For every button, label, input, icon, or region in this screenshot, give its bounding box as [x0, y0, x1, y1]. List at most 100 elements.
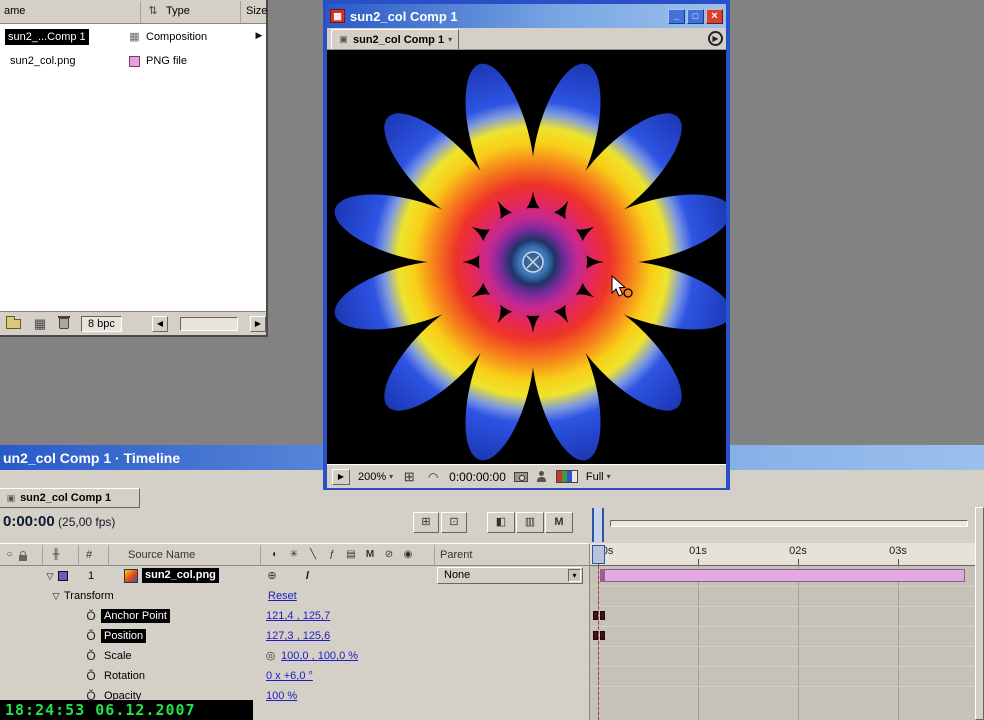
panel-flyout-icon[interactable]: ▶ [253, 30, 265, 41]
current-time-indicator-line[interactable] [598, 566, 599, 720]
comp-tab[interactable]: ▣ sun2_col Comp 1 ▾ [331, 29, 459, 49]
frame-blend-switch-icon[interactable]: ▤ [344, 544, 358, 567]
property-row-anchor-point[interactable]: Ŏ Anchor Point 121,4 , 125,7 [0, 606, 590, 626]
sort-icon[interactable]: ⇅ [146, 0, 160, 23]
transform-group-label[interactable]: Transform [64, 586, 114, 606]
draft-3d-button[interactable]: ◧ [487, 512, 515, 533]
property-label[interactable]: Rotation [104, 666, 145, 686]
scroll-left-button[interactable]: ◀ [152, 316, 168, 332]
property-value[interactable]: 100 % [266, 686, 297, 706]
motion-blur-button[interactable]: M [545, 512, 573, 533]
av-features-switch-icon[interactable]: ◐ [268, 544, 282, 567]
region-of-interest-button[interactable]: ◠ [425, 470, 441, 484]
show-channel-icon[interactable] [556, 470, 578, 483]
stopwatch-icon[interactable]: Ŏ [84, 626, 98, 646]
timeline-track-area[interactable] [590, 566, 975, 720]
layer-color-swatch[interactable] [58, 571, 68, 581]
switches-column-icon[interactable]: ╫ [48, 544, 64, 567]
timeline-ruler[interactable]: :00s 01s 02s 03s [590, 543, 975, 566]
show-snapshot-icon[interactable] [536, 471, 548, 482]
transform-group-row[interactable]: ▽ Transform Reset [0, 586, 590, 606]
close-button[interactable]: × [706, 9, 723, 24]
keyframe-marker[interactable] [600, 631, 605, 640]
navigator-bar[interactable] [610, 520, 968, 527]
resolution-dropdown-icon[interactable]: ▾ [607, 472, 611, 481]
project-item-name[interactable]: sun2_col.png [10, 52, 75, 71]
new-composition-icon[interactable]: ▦ [33, 316, 47, 332]
trash-icon[interactable] [59, 318, 69, 329]
stopwatch-icon[interactable]: Ŏ [84, 606, 98, 626]
maximize-button[interactable]: □ [687, 9, 704, 24]
property-value[interactable]: 0 x +6,0 ° [266, 666, 313, 686]
zoom-select[interactable]: 200% ▾ [358, 471, 393, 483]
source-name-column-header[interactable]: Source Name [128, 544, 228, 567]
comp-titlebar[interactable]: ▦ sun2_col Comp 1 _ □ × [327, 4, 726, 28]
layer-in-point[interactable] [600, 569, 605, 582]
property-label[interactable]: Anchor Point [101, 609, 170, 623]
layer-name[interactable]: sun2_col.png [142, 568, 219, 583]
project-item-row[interactable]: sun2_...Comp 1 ▦ Composition [0, 28, 250, 47]
layer-expand-icon[interactable]: ▽ [44, 566, 56, 586]
flowchart-button[interactable]: ⊞ [413, 512, 439, 533]
current-time-indicator-head[interactable] [592, 545, 605, 564]
comp-marker-button[interactable]: ⊡ [441, 512, 467, 533]
property-label[interactable]: Scale [104, 646, 132, 666]
bpc-button[interactable]: 8 bpc [81, 316, 122, 332]
comp-toolbar: ▶ 200% ▾ ⊞ ◠ 0:00:00:00 Full ▾ [327, 464, 726, 488]
snapshot-icon[interactable] [514, 472, 528, 482]
video-column-icon[interactable]: ○ [3, 544, 16, 567]
type-column-header[interactable]: Type [166, 0, 190, 23]
property-value[interactable]: 121,4 , 125,7 [266, 606, 330, 626]
comp-timecode[interactable]: 0:00:00:00 [449, 470, 506, 484]
layer-row[interactable]: ▽ 1 sun2_col.png ⊕ / None ▾ [0, 566, 590, 586]
parent-dropdown[interactable]: None ▾ [437, 567, 583, 584]
scale-link-icon[interactable]: ◎ [264, 646, 277, 666]
transform-expand-icon[interactable]: ▽ [50, 586, 62, 606]
comp-viewer[interactable] [327, 50, 726, 464]
new-folder-icon[interactable] [6, 319, 21, 329]
time-indicator-handle[interactable] [592, 508, 604, 542]
timeline-tab[interactable]: ▣ sun2_col Comp 1 [0, 488, 140, 508]
timeline-navigator[interactable] [590, 507, 975, 543]
play-button[interactable]: ▶ [332, 469, 350, 485]
project-item-row[interactable]: sun2_col.png PNG file [0, 52, 250, 71]
comp-window[interactable]: ▦ sun2_col Comp 1 _ □ × ▣ sun2_col Comp … [323, 0, 730, 490]
keyframe-marker[interactable] [600, 611, 605, 620]
layer-number-column-header[interactable]: # [82, 544, 96, 567]
solo-switch-icon[interactable]: ✳ [287, 544, 301, 567]
property-row-scale[interactable]: Ŏ Scale ◎ 100,0 , 100,0 % [0, 646, 590, 666]
panel-menu-button[interactable]: ▶ [708, 31, 723, 46]
quality-switch-icon[interactable]: ╲ [306, 544, 320, 567]
quality-switch[interactable]: / [306, 566, 309, 586]
stopwatch-icon[interactable]: Ŏ [84, 666, 98, 686]
timeline-scrollbar[interactable] [975, 507, 984, 720]
name-column-header[interactable]: ame [4, 0, 25, 23]
threed-switch-icon[interactable]: ◉ [401, 544, 415, 567]
scrollbar-track[interactable] [180, 317, 238, 331]
layer-switch-icon[interactable]: ⊕ [264, 566, 280, 586]
property-value[interactable]: 100,0 , 100,0 % [281, 646, 358, 666]
current-time-display[interactable]: 0:00:00 (25,00 fps) [3, 511, 115, 533]
property-row-rotation[interactable]: Ŏ Rotation 0 x +6,0 ° [0, 666, 590, 686]
motion-blur-switch-icon[interactable]: M [363, 544, 377, 567]
property-row-position[interactable]: Ŏ Position 127,3 , 125,6 [0, 626, 590, 646]
frame-blend-button[interactable]: ▥ [516, 512, 544, 533]
parent-column-header[interactable]: Parent [440, 544, 500, 567]
parent-dropdown-arrow[interactable]: ▾ [568, 569, 581, 582]
property-label[interactable]: Position [101, 629, 146, 643]
property-value[interactable]: 127,3 , 125,6 [266, 626, 330, 646]
adjustment-layer-switch-icon[interactable]: ⊘ [382, 544, 396, 567]
comp-tab-dropdown-icon[interactable]: ▾ [448, 35, 452, 44]
transform-reset-link[interactable]: Reset [268, 586, 297, 606]
size-column-header[interactable]: Size [246, 0, 267, 23]
minimize-button[interactable]: _ [668, 9, 685, 24]
resolution-select[interactable]: Full ▾ [586, 471, 611, 483]
effects-switch-icon[interactable]: ƒ [325, 544, 339, 567]
layer-duration-bar[interactable] [600, 569, 965, 582]
lock-column-icon[interactable] [19, 555, 27, 561]
stopwatch-icon[interactable]: Ŏ [84, 646, 98, 666]
project-item-name[interactable]: sun2_...Comp 1 [5, 29, 89, 45]
scroll-right-button[interactable]: ▶ [250, 316, 266, 332]
safe-zones-button[interactable]: ⊞ [401, 469, 417, 485]
zoom-dropdown-icon[interactable]: ▾ [389, 472, 393, 481]
